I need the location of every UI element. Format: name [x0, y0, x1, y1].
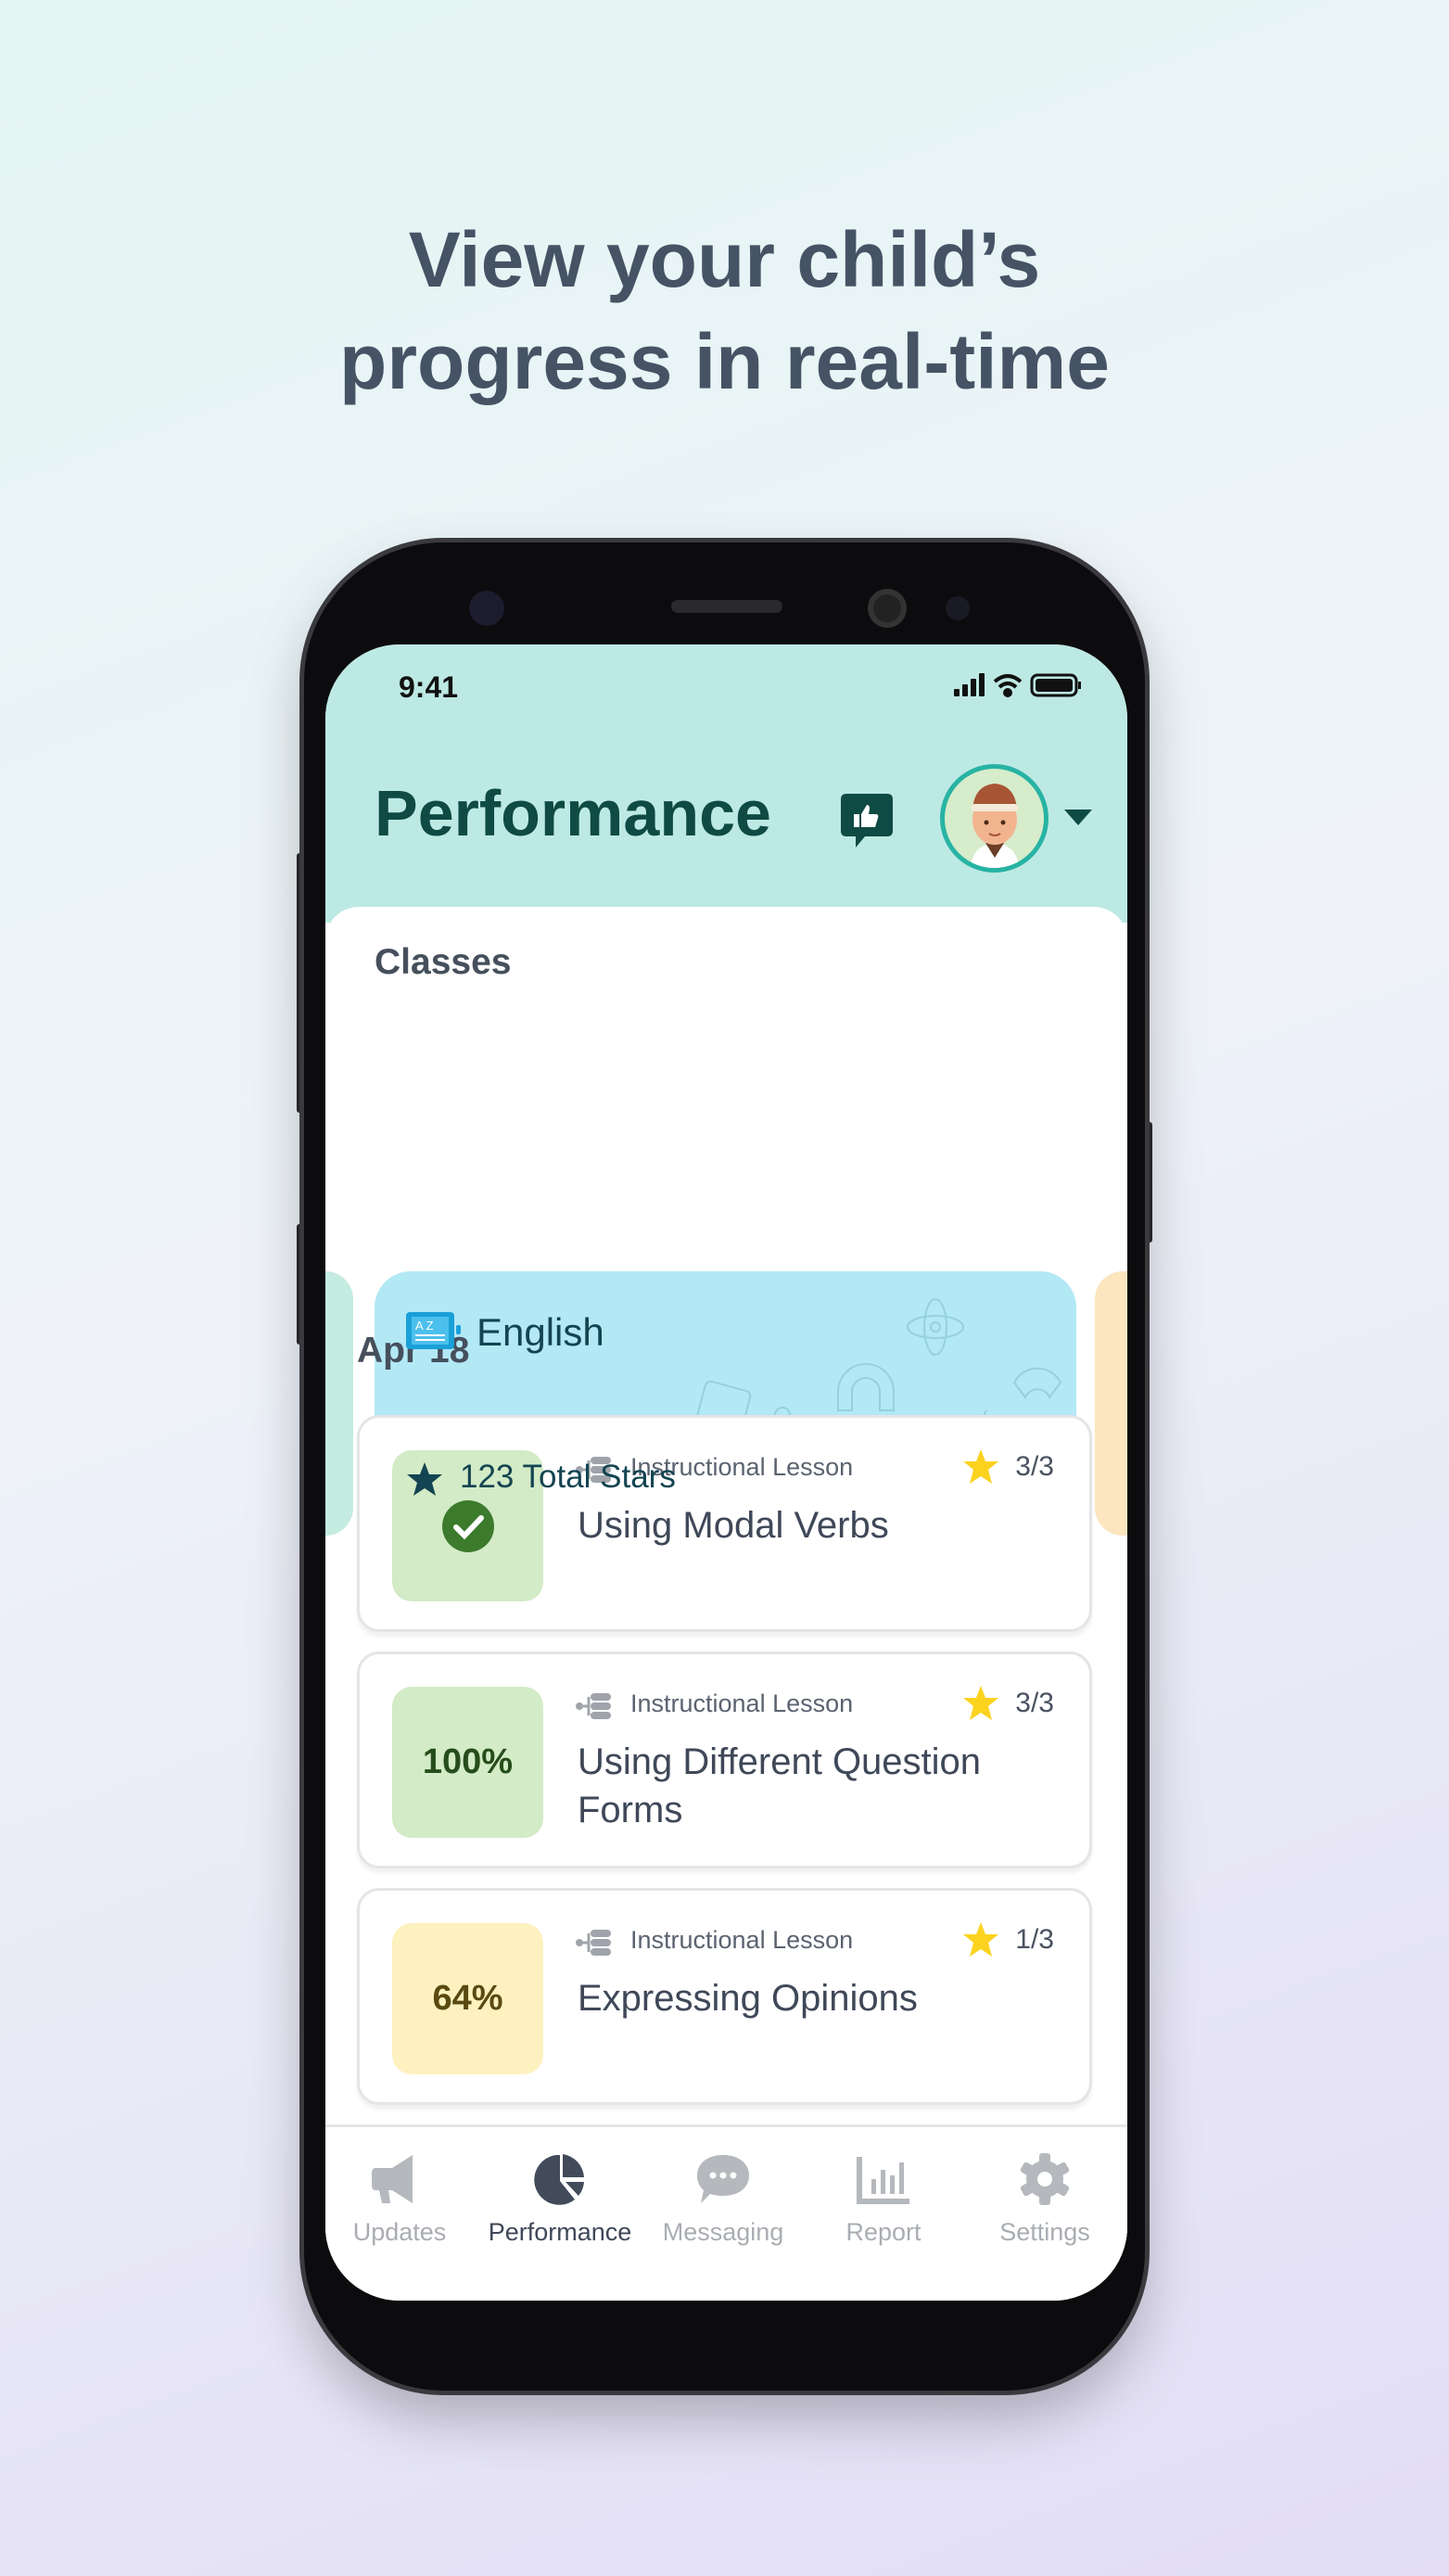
total-stars: 123 Total Stars: [460, 1459, 676, 1495]
phone-volume-button: [297, 853, 304, 1113]
star-icon: [963, 1922, 998, 1957]
classes-heading: Classes: [375, 942, 512, 982]
bar-chart-icon: [857, 2157, 909, 2204]
lesson-type: Instructional Lesson: [630, 1926, 854, 1954]
proximity-sensor-icon: [946, 596, 970, 620]
nav-label: Messaging: [662, 2218, 784, 2246]
lesson-card[interactable]: 100% Instructional Lesson 3/3 Using Diff…: [357, 1651, 1092, 1868]
lesson-title: Expressing Opinions: [578, 1978, 918, 2019]
headline-line-1: View your child’s: [408, 216, 1041, 303]
class-name: English: [477, 1310, 604, 1354]
checkmark-circle-icon: [441, 1499, 494, 1552]
nav-settings[interactable]: Settings: [971, 2153, 1119, 2247]
star-icon: [963, 1686, 998, 1720]
headline: View your child’s progress in real-time: [0, 209, 1449, 413]
lesson-score: 3/3: [1015, 1451, 1054, 1482]
svg-text:A Z: A Z: [415, 1319, 434, 1333]
chat-bubble-icon: [697, 2155, 749, 2203]
megaphone-icon: [372, 2155, 413, 2203]
lesson-tree-icon: [576, 1930, 611, 1956]
bottom-nav: Updates Performance Messaging Report Set…: [325, 2124, 1127, 2301]
phone-side-button: [297, 1224, 304, 1345]
status-icons: [954, 673, 1081, 697]
previous-class-card[interactable]: [325, 1271, 353, 1536]
front-camera-icon: [868, 589, 907, 628]
battery-icon: [1030, 673, 1081, 697]
lesson-type: Instructional Lesson: [630, 1690, 854, 1717]
sensor-icon: [469, 591, 504, 626]
lesson-status-badge: 64%: [392, 1923, 543, 2074]
lesson-title: Using Different Question Forms: [578, 1741, 982, 1830]
speaker-grille: [671, 600, 782, 613]
lesson-score: 1/3: [1015, 1924, 1054, 1955]
nav-label: Updates: [352, 2218, 447, 2246]
lesson-title: Using Modal Verbs: [578, 1505, 889, 1546]
child-avatar-image: [971, 784, 1019, 868]
lesson-card[interactable]: Instructional Lesson 3/3 Using Modal Ver…: [357, 1415, 1092, 1632]
star-icon: [963, 1449, 998, 1484]
status-time: 9:41: [399, 670, 459, 704]
wifi-icon: [993, 674, 1023, 697]
headline-line-2: progress in real-time: [339, 318, 1110, 405]
next-class-card[interactable]: [1095, 1271, 1127, 1536]
star-icon: [407, 1462, 442, 1496]
app-header: 9:41 Performance: [325, 644, 1127, 923]
nav-label: Settings: [999, 2218, 1090, 2246]
book-az-icon: A Z: [406, 1312, 461, 1349]
signal-icon: [954, 673, 985, 696]
app-screen: 9:41 Performance Classes A Z English 123…: [325, 644, 1127, 2301]
nav-messaging[interactable]: Messaging: [649, 2153, 797, 2247]
lesson-status-badge: 100%: [392, 1687, 543, 1838]
gear-icon: [1020, 2153, 1070, 2205]
page-title: Performance: [375, 777, 771, 849]
lesson-score: 3/3: [1015, 1688, 1054, 1718]
phone-power-button: [1145, 1122, 1152, 1243]
lesson-tree-icon: [576, 1693, 611, 1719]
avatar[interactable]: [940, 764, 1049, 873]
nav-updates[interactable]: Updates: [325, 2153, 474, 2247]
nav-label: Performance: [488, 2218, 632, 2246]
pie-chart-icon: [534, 2154, 584, 2205]
profile-dropdown-caret-icon[interactable]: [1064, 810, 1092, 828]
nav-label: Report: [845, 2218, 922, 2246]
lesson-card[interactable]: 64% Instructional Lesson 1/3 Expressing …: [357, 1888, 1092, 2105]
content-panel: Classes A Z English 123 Total Stars Apr …: [325, 907, 1127, 2301]
feedback-thumbs-up-icon[interactable]: [841, 794, 893, 851]
nav-report[interactable]: Report: [809, 2153, 958, 2247]
nav-performance[interactable]: Performance: [486, 2153, 634, 2247]
